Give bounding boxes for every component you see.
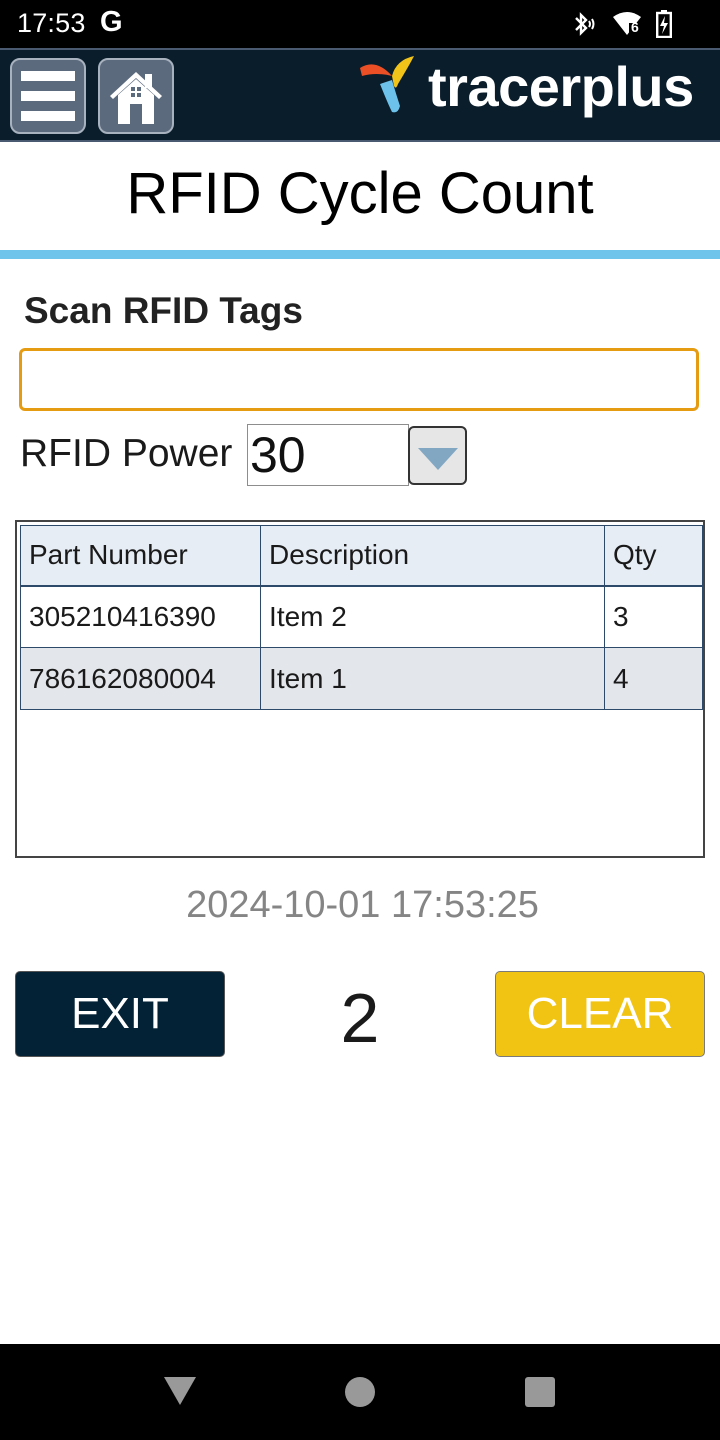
timestamp: 2024-10-01 17:53:25 — [186, 884, 539, 926]
logo-text: tracerplus — [428, 55, 694, 118]
title-divider — [0, 250, 720, 259]
tag-count: 2 — [340, 979, 380, 1057]
recents-icon[interactable] — [525, 1377, 555, 1407]
table-row[interactable]: 786162080004 Item 1 4 — [19, 647, 703, 710]
cell-description: Item 1 — [260, 647, 605, 710]
scan-rfid-input[interactable] — [19, 348, 699, 411]
battery-charging-icon — [656, 10, 672, 38]
table-row[interactable]: 305210416390 Item 2 3 — [19, 585, 703, 648]
wifi-icon: 6 — [612, 11, 642, 37]
chevron-down-icon — [418, 448, 458, 470]
google-icon: G — [100, 6, 123, 38]
status-icons: 6 — [572, 10, 672, 38]
column-header-description[interactable]: Description — [260, 525, 605, 587]
cell-qty: 4 — [604, 647, 703, 710]
menu-button[interactable] — [10, 58, 86, 134]
rfid-power-dropdown-button[interactable] — [408, 426, 467, 485]
back-icon[interactable] — [164, 1377, 196, 1405]
logo-mark-icon — [358, 54, 422, 121]
bluetooth-icon — [572, 11, 598, 37]
page-title: RFID Cycle Count — [126, 161, 594, 226]
rfid-power-select[interactable]: 30 — [247, 424, 409, 486]
exit-button[interactable]: EXIT — [15, 971, 225, 1057]
wifi-badge: 6 — [631, 19, 639, 35]
cell-description: Item 2 — [260, 585, 605, 648]
tags-table: Part Number Description Qty 305210416390… — [15, 520, 705, 858]
rfid-power-label: RFID Power — [20, 432, 233, 475]
app-header: tracerplus — [0, 48, 720, 142]
system-nav-bar — [0, 1344, 720, 1440]
scan-tags-label: Scan RFID Tags — [24, 290, 303, 331]
clear-button[interactable]: CLEAR — [495, 971, 705, 1057]
status-bar: 17:53 G 6 — [0, 0, 720, 48]
cell-part-number: 305210416390 — [19, 585, 262, 648]
home-button[interactable] — [98, 58, 174, 134]
cell-part-number: 786162080004 — [19, 647, 262, 710]
column-header-part-number[interactable]: Part Number — [19, 525, 262, 587]
status-time: 17:53 — [17, 8, 86, 38]
cell-qty: 3 — [604, 585, 703, 648]
table-header-row: Part Number Description Qty — [19, 525, 703, 587]
column-header-qty[interactable]: Qty — [604, 525, 703, 587]
home-circle-icon[interactable] — [345, 1377, 375, 1407]
tracerplus-logo: tracerplus — [358, 54, 694, 120]
